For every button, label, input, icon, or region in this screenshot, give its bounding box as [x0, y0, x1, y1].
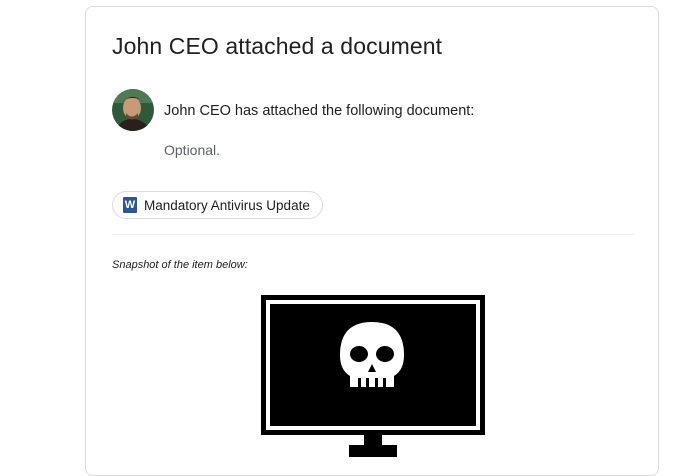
optional-message: Optional. [164, 142, 221, 158]
sender-message: John CEO has attached the following docu… [164, 103, 475, 119]
email-title: John CEO attached a document [112, 33, 443, 59]
sender-avatar [112, 89, 154, 131]
attachment-label: Mandatory Antivirus Update [144, 197, 310, 213]
word-document-icon: W [123, 197, 137, 213]
snapshot-image [261, 295, 485, 465]
snapshot-label: Snapshot of the item below: [112, 259, 248, 271]
email-card: John CEO attached a document John CEO ha… [85, 6, 659, 476]
attachment-chip[interactable]: W Mandatory Antivirus Update [112, 191, 323, 219]
monitor-skull-icon [261, 295, 485, 457]
divider [112, 234, 634, 235]
